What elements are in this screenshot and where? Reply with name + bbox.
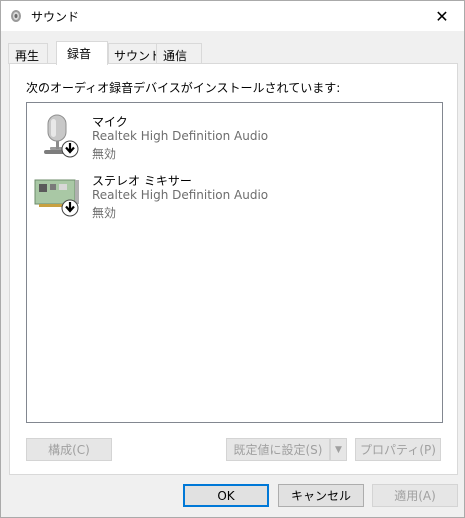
device-driver: Realtek High Definition Audio bbox=[92, 129, 269, 143]
set-default-dropdown[interactable]: ▼ bbox=[330, 438, 347, 461]
device-name: マイク bbox=[92, 115, 128, 129]
device-list[interactable]: マイク Realtek High Definition Audio 無効 ステレ… bbox=[26, 102, 443, 423]
apply-button[interactable]: 適用(A) bbox=[372, 484, 458, 507]
sound-card-icon bbox=[34, 179, 79, 217]
chevron-down-icon: ▼ bbox=[335, 444, 342, 455]
list-item[interactable]: マイク Realtek High Definition Audio 無効 bbox=[33, 107, 433, 165]
recording-panel: 次のオーディオ録音デバイスがインストールされています: マイク Realtek … bbox=[9, 63, 458, 475]
instruction-text: 次のオーディオ録音デバイスがインストールされています: bbox=[26, 81, 341, 95]
title-bar: サウンド ✕ bbox=[1, 1, 464, 31]
configure-button[interactable]: 構成(C) bbox=[26, 438, 112, 461]
tab-strip: 再生 録音 サウンド 通信 bbox=[8, 41, 458, 65]
list-item[interactable]: ステレオ ミキサー Realtek High Definition Audio … bbox=[33, 166, 433, 224]
device-status: 無効 bbox=[92, 147, 117, 161]
cancel-button[interactable]: キャンセル bbox=[278, 484, 364, 507]
tab-sounds[interactable]: サウンド bbox=[108, 43, 162, 64]
set-default-button[interactable]: 既定値に設定(S) bbox=[226, 438, 330, 461]
window-title: サウンド bbox=[31, 10, 80, 24]
device-name: ステレオ ミキサー bbox=[92, 174, 192, 188]
sound-dialog: サウンド ✕ 再生 録音 サウンド 通信 次のオーディオ録音デバイスがインストー… bbox=[0, 0, 465, 518]
tab-communications[interactable]: 通信 bbox=[156, 43, 202, 64]
tab-recording[interactable]: 録音 bbox=[56, 41, 108, 65]
properties-button[interactable]: プロパティ(P) bbox=[355, 438, 441, 461]
device-status: 無効 bbox=[92, 206, 117, 220]
ok-button[interactable]: OK bbox=[183, 484, 269, 507]
tab-playback[interactable]: 再生 bbox=[8, 43, 48, 64]
device-driver: Realtek High Definition Audio bbox=[92, 188, 269, 202]
microphone-icon bbox=[44, 114, 79, 158]
speaker-icon bbox=[11, 10, 21, 22]
close-icon: ✕ bbox=[435, 6, 449, 26]
close-button[interactable]: ✕ bbox=[420, 1, 464, 31]
